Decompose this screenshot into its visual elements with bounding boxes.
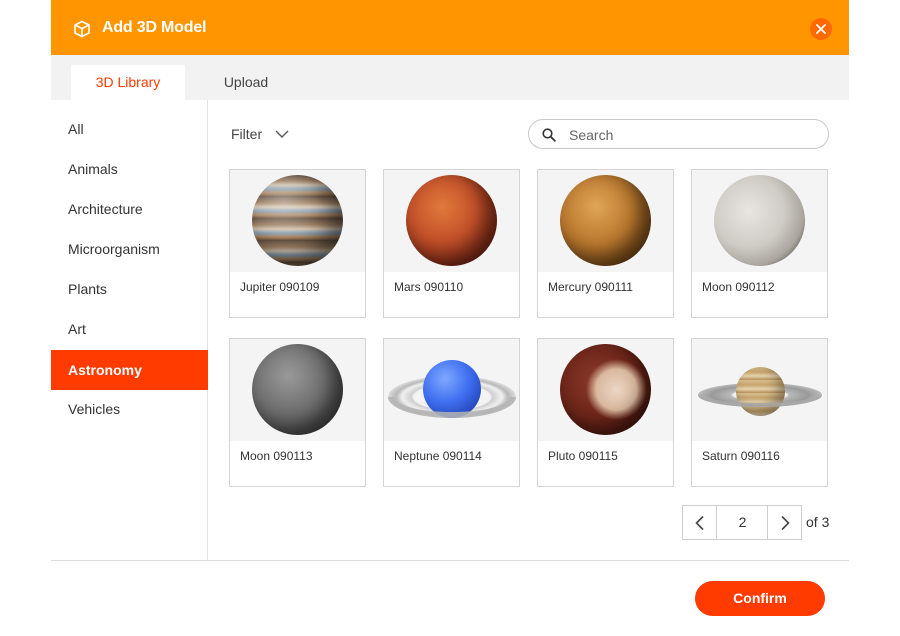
- model-card-saturn[interactable]: Saturn 090116: [691, 338, 828, 487]
- sidebar-item-architecture[interactable]: Architecture: [51, 189, 208, 229]
- chevron-right-icon: [781, 515, 790, 531]
- model-name: Pluto 090115: [548, 449, 618, 463]
- model-name: Mars 090110: [394, 280, 464, 294]
- model-thumbnail: [230, 170, 365, 272]
- model-thumbnail: [384, 170, 519, 272]
- filter-label: Filter: [231, 126, 263, 142]
- saturn-image: [736, 367, 785, 416]
- sidebar-item-astronomy[interactable]: Astronomy: [51, 350, 208, 390]
- chevron-left-icon: [695, 515, 704, 531]
- model-name: Neptune 090114: [394, 449, 482, 463]
- search-input[interactable]: [569, 125, 819, 145]
- model-name: Moon 090113: [240, 449, 313, 463]
- sidebar-item-microorganism[interactable]: Microorganism: [51, 229, 208, 269]
- footer-divider: [51, 560, 849, 561]
- model-name: Mercury 090111: [548, 280, 633, 294]
- sidebar-item-animals[interactable]: Animals: [51, 149, 208, 189]
- model-card-pluto[interactable]: Pluto 090115: [537, 338, 674, 487]
- model-thumbnail: [384, 339, 519, 441]
- model-thumbnail: [538, 339, 673, 441]
- mars-image: [406, 175, 497, 266]
- model-card-mars[interactable]: Mars 090110: [383, 169, 520, 318]
- filter-dropdown[interactable]: Filter: [231, 126, 289, 142]
- confirm-button[interactable]: Confirm: [695, 581, 825, 616]
- model-thumbnail: [692, 170, 827, 272]
- next-page-button[interactable]: [767, 505, 802, 540]
- saturn-ring-front: [698, 395, 822, 407]
- model-card-jupiter[interactable]: Jupiter 090109: [229, 169, 366, 318]
- add-3d-model-dialog: Add 3D Model 3D Library Upload All Anima…: [51, 0, 849, 636]
- model-card-moon-090112[interactable]: Moon 090112: [691, 169, 828, 318]
- search-icon: [542, 128, 556, 142]
- category-sidebar: All Animals Architecture Microorganism P…: [51, 100, 208, 560]
- model-thumbnail: [230, 339, 365, 441]
- neptune-ring-front: [388, 397, 516, 418]
- dialog-header: Add 3D Model: [51, 0, 849, 55]
- tab-bar: 3D Library Upload: [51, 55, 849, 100]
- model-thumbnail: [692, 339, 827, 441]
- sidebar-item-vehicles[interactable]: Vehicles: [51, 389, 208, 429]
- close-icon: [816, 24, 826, 34]
- sidebar-item-all[interactable]: All: [51, 109, 208, 149]
- page-total: of 3: [806, 514, 830, 530]
- cube-icon: [73, 20, 91, 38]
- model-card-mercury[interactable]: Mercury 090111: [537, 169, 674, 318]
- mercury-image: [560, 175, 651, 266]
- close-button[interactable]: [810, 18, 832, 40]
- model-name: Saturn 090116: [702, 449, 780, 463]
- model-thumbnail: [538, 170, 673, 272]
- pluto-image: [560, 344, 651, 435]
- chevron-down-icon: [275, 130, 289, 138]
- moon-image: [714, 175, 805, 266]
- model-card-neptune[interactable]: Neptune 090114: [383, 338, 520, 487]
- model-name: Jupiter 090109: [240, 280, 320, 294]
- tab-3d-library[interactable]: 3D Library: [71, 65, 185, 100]
- model-name: Moon 090112: [702, 280, 775, 294]
- jupiter-image: [252, 175, 343, 266]
- model-card-moon-090113[interactable]: Moon 090113: [229, 338, 366, 487]
- moon-image: [252, 344, 343, 435]
- page-number-input[interactable]: 2: [717, 505, 768, 540]
- tab-upload[interactable]: Upload: [201, 65, 291, 100]
- sidebar-item-plants[interactable]: Plants: [51, 269, 208, 309]
- prev-page-button[interactable]: [682, 505, 717, 540]
- search-box: [528, 119, 829, 149]
- sidebar-item-art[interactable]: Art: [51, 309, 208, 349]
- dialog-title: Add 3D Model: [102, 19, 207, 36]
